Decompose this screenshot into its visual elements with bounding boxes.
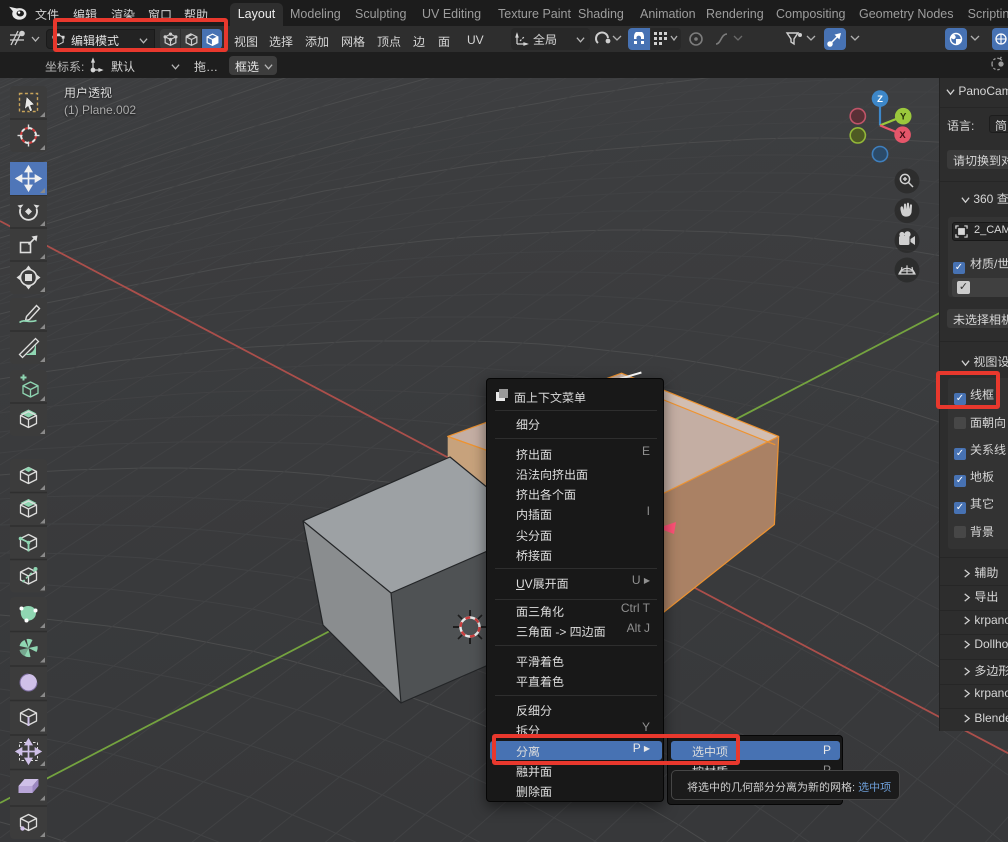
svg-text:Z: Z [877,94,883,105]
svg-text:X: X [899,130,906,141]
svg-text:Y: Y [900,111,907,122]
